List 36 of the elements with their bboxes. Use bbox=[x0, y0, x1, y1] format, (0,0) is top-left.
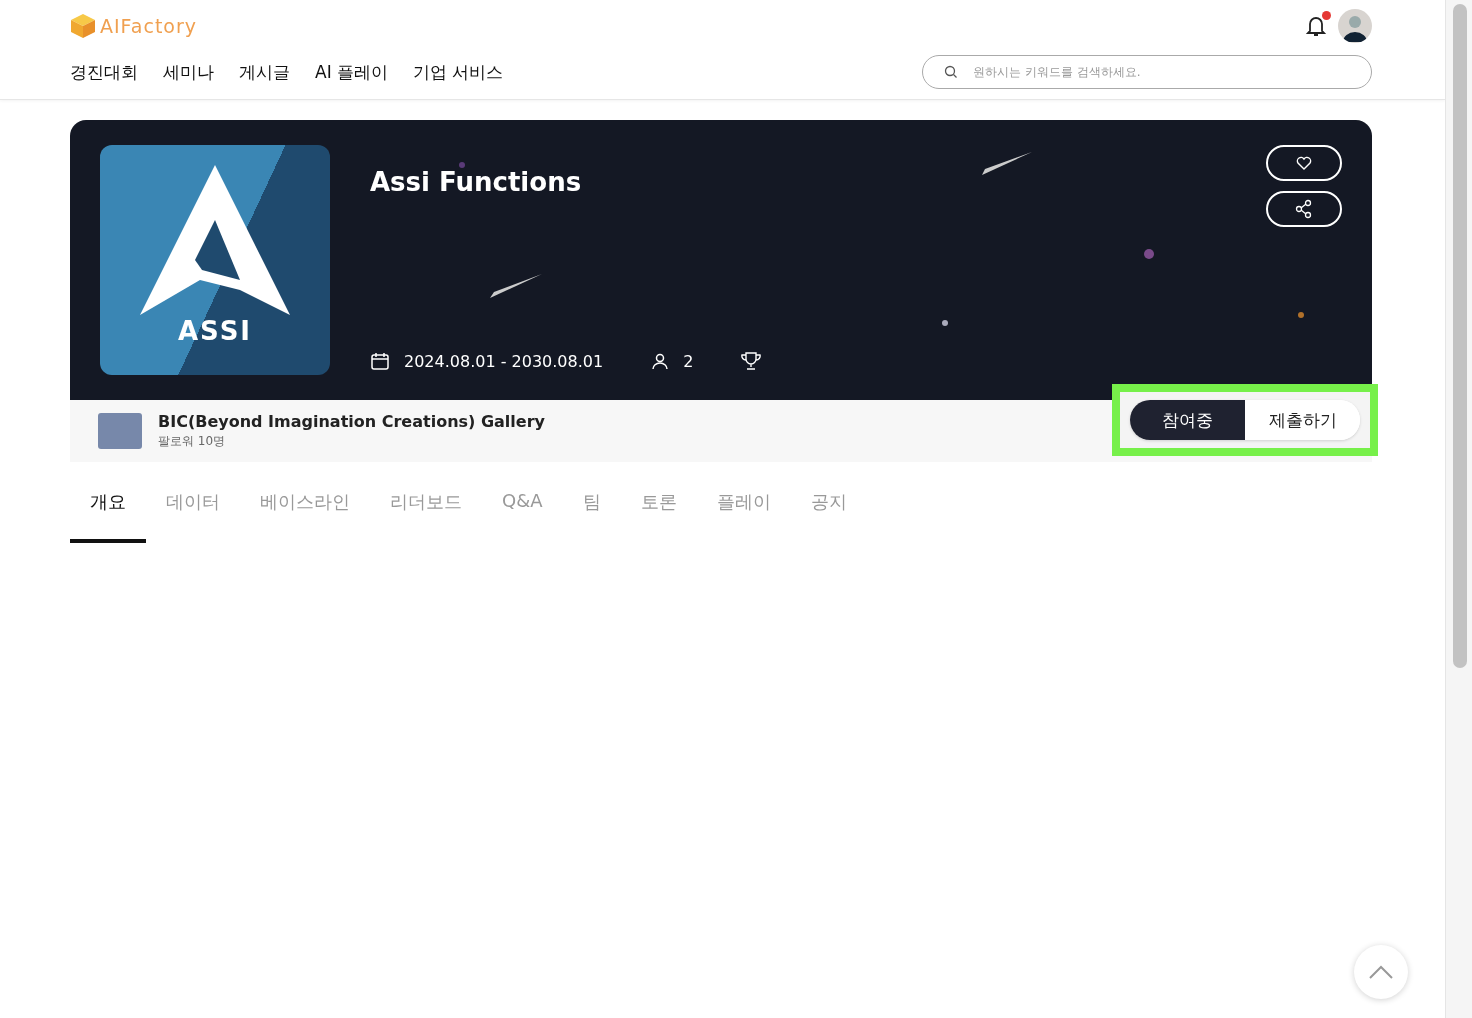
comet-drawing bbox=[982, 152, 1032, 175]
nav-link[interactable]: 기업 서비스 bbox=[413, 60, 504, 84]
star-dot bbox=[1144, 249, 1154, 259]
scrollbar-thumb[interactable] bbox=[1453, 4, 1467, 668]
cube-icon bbox=[70, 13, 96, 39]
competition-period: 2024.08.01 - 2030.08.01 bbox=[404, 351, 604, 371]
heart-icon bbox=[1296, 156, 1312, 170]
competition-title: Assi Functions bbox=[370, 167, 583, 197]
search-icon bbox=[944, 65, 958, 79]
host-image-placeholder bbox=[98, 413, 142, 449]
comet-drawing bbox=[490, 274, 542, 298]
participant-count: 2 bbox=[683, 351, 694, 371]
nav-link[interactable]: 세미나 bbox=[163, 60, 214, 84]
share-icon bbox=[1295, 199, 1313, 219]
action-button[interactable]: 제출하기 bbox=[1245, 400, 1360, 440]
logo-wordmark: ASSI bbox=[177, 316, 253, 346]
follower-count: 팔로워 10명 bbox=[158, 433, 227, 450]
star-dot bbox=[1298, 312, 1304, 318]
trophy-icon bbox=[741, 352, 762, 370]
nav-link[interactable]: 경진대회 bbox=[70, 60, 138, 84]
action-button[interactable]: 참여중 bbox=[1130, 400, 1245, 440]
nav-link[interactable]: 게시글 bbox=[239, 60, 290, 84]
tab[interactable]: 개요 bbox=[70, 480, 146, 543]
calendar-icon bbox=[370, 351, 390, 371]
like-button[interactable] bbox=[1266, 145, 1342, 181]
person-icon bbox=[651, 352, 670, 370]
notification-button[interactable] bbox=[1304, 14, 1328, 38]
star-dot bbox=[459, 162, 465, 168]
chevron-up-icon bbox=[1369, 965, 1393, 979]
nav-link[interactable]: AI 플레이 bbox=[315, 60, 389, 84]
star-dot bbox=[942, 320, 948, 326]
user-avatar[interactable] bbox=[1338, 9, 1372, 43]
bell-icon bbox=[1304, 14, 1328, 38]
search-field[interactable]: 원하시는 키워드를 검색하세요. bbox=[922, 55, 1372, 89]
share-button[interactable] bbox=[1266, 191, 1342, 227]
host-name[interactable]: BIC(Beyond Imagination Creations) Gallery bbox=[158, 412, 545, 431]
